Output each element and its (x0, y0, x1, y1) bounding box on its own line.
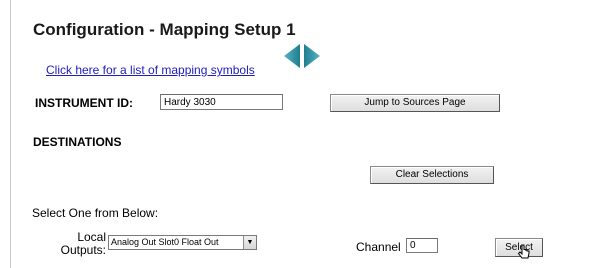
triangle-left-icon (284, 44, 300, 68)
previous-arrow-button[interactable] (284, 44, 300, 68)
page-title: Configuration - Mapping Setup 1 (33, 20, 296, 39)
local-outputs-select[interactable]: Analog Out Slot0 Float Out ▼ (108, 235, 257, 250)
mapping-symbols-link[interactable]: Click here for a list of mapping symbols (46, 63, 255, 77)
instrument-id-input[interactable] (160, 94, 283, 110)
next-arrow-button[interactable] (304, 44, 320, 68)
destinations-heading: DESTINATIONS (33, 135, 122, 149)
jump-to-sources-button[interactable]: Jump to Sources Page (330, 94, 500, 112)
local-outputs-label-line2: Outputs: (60, 243, 106, 257)
local-outputs-label: Local Outputs: (52, 231, 106, 257)
page-frame (10, 0, 589, 268)
clear-selections-button[interactable]: Clear Selections (370, 166, 494, 184)
select-instruction: Select One from Below: (32, 206, 159, 220)
channel-label: Channel (356, 240, 401, 254)
triangle-right-icon (304, 44, 320, 68)
local-outputs-selected-value: Analog Out Slot0 Float Out (111, 237, 219, 247)
chevron-down-icon[interactable]: ▼ (243, 236, 256, 249)
mouse-pointer-icon (517, 244, 531, 267)
instrument-id-label: INSTRUMENT ID: (35, 96, 133, 110)
channel-input[interactable] (406, 238, 438, 253)
